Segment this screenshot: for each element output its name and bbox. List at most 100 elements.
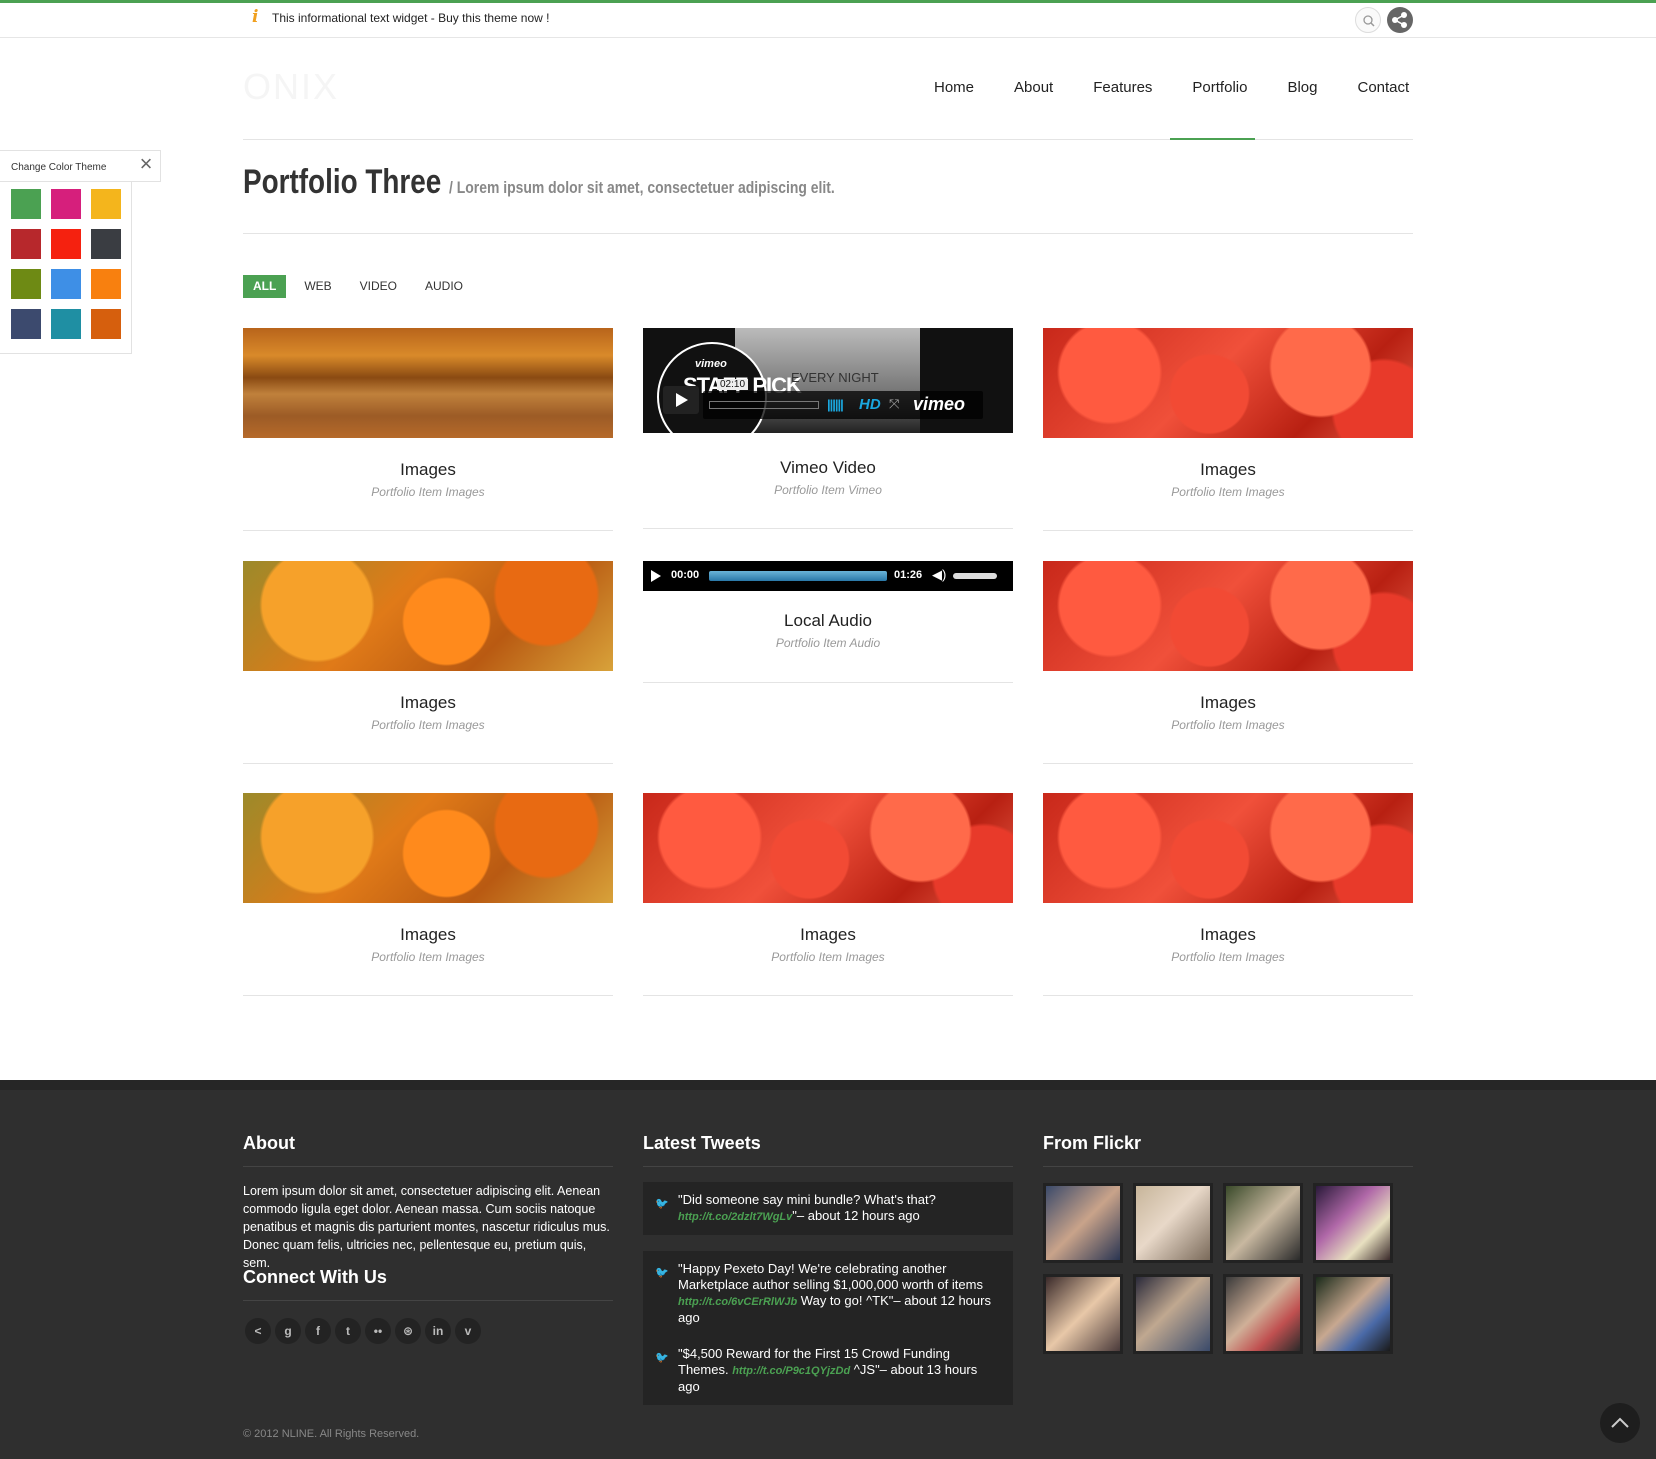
video-progress[interactable] — [709, 401, 819, 409]
portfolio-thumb[interactable] — [1043, 793, 1413, 903]
nav-active-indicator — [1170, 138, 1255, 140]
portfolio-title[interactable]: Images — [1043, 693, 1413, 713]
portfolio-thumb[interactable] — [643, 793, 1013, 903]
page-subtitle: / Lorem ipsum dolor sit amet, consectetu… — [449, 178, 835, 197]
color-swatch[interactable] — [91, 309, 121, 339]
audio-progress[interactable] — [709, 571, 887, 581]
info-text: This informational text widget - Buy thi… — [272, 11, 550, 25]
title-divider — [243, 233, 1413, 234]
volume-bars[interactable]: |||||| — [827, 397, 844, 412]
portfolio-title[interactable]: Images — [243, 460, 613, 480]
color-swatch[interactable] — [11, 229, 41, 259]
filter-audio[interactable]: AUDIO — [415, 275, 473, 298]
portfolio-thumb[interactable] — [243, 328, 613, 438]
nav-home[interactable]: Home — [914, 78, 994, 104]
portfolio-subtitle: Portfolio Item Images — [1171, 718, 1285, 732]
nav-about[interactable]: About — [994, 78, 1073, 104]
color-swatch[interactable] — [91, 229, 121, 259]
nav-contact[interactable]: Contact — [1337, 78, 1429, 104]
flickr-photo[interactable] — [1133, 1183, 1213, 1263]
flickr-photo[interactable] — [1133, 1274, 1213, 1354]
color-swatch[interactable] — [11, 269, 41, 299]
portfolio-thumb[interactable] — [1043, 328, 1413, 438]
tweet-link[interactable]: http://t.co/6vCErRlWJb — [678, 1296, 797, 1308]
portfolio-title[interactable]: Images — [1043, 925, 1413, 945]
flickr-photo[interactable] — [1313, 1183, 1393, 1263]
dribbble-icon[interactable]: ⊛ — [395, 1318, 421, 1344]
filter-video[interactable]: VIDEO — [350, 275, 407, 298]
color-swatch[interactable] — [51, 229, 81, 259]
tweet: 🐦 "Did someone say mini bundle? What's t… — [643, 1182, 1013, 1235]
filter-all[interactable]: ALL — [243, 275, 287, 298]
portfolio-title[interactable]: Images — [643, 925, 1013, 945]
flickr-photo[interactable] — [1223, 1274, 1303, 1354]
filter-web[interactable]: WEB — [294, 275, 341, 298]
tweet-text: "Happy Pexeto Day! We're celebrating ano… — [678, 1261, 983, 1292]
flickr-photo[interactable] — [1313, 1274, 1393, 1354]
flickr-photo[interactable] — [1043, 1183, 1123, 1263]
site-logo[interactable]: ONIX — [243, 66, 339, 108]
color-swatch[interactable] — [51, 189, 81, 219]
portfolio-title[interactable]: Local Audio — [643, 611, 1013, 631]
video-time: 02:10 — [717, 379, 749, 390]
facebook-icon[interactable]: f — [305, 1318, 331, 1344]
footer-divider — [243, 1166, 613, 1167]
footer-divider — [1043, 1166, 1413, 1167]
vimeo-logo[interactable]: vimeo — [913, 394, 965, 415]
tweet-link[interactable]: http://t.co/2dzlt7WgLv — [678, 1211, 792, 1223]
twitter-bird-icon: 🐦 — [655, 1267, 669, 1279]
share-icon[interactable]: < — [245, 1318, 271, 1344]
portfolio-subtitle: Portfolio Item Images — [771, 950, 885, 964]
card-divider — [1043, 530, 1413, 531]
fullscreen-icon[interactable]: ⤧ — [889, 396, 899, 412]
hd-button[interactable]: HD — [859, 396, 881, 413]
nav-portfolio[interactable]: Portfolio — [1172, 78, 1267, 104]
share-icon[interactable] — [1387, 7, 1413, 33]
portfolio-subtitle: Portfolio Item Vimeo — [774, 483, 882, 497]
flickr-heading: From Flickr — [1043, 1133, 1142, 1153]
portfolio-title[interactable]: Vimeo Video — [643, 458, 1013, 478]
volume-slider[interactable] — [953, 573, 997, 579]
color-swatch[interactable] — [11, 309, 41, 339]
portfolio-title[interactable]: Images — [243, 693, 613, 713]
color-swatch[interactable] — [11, 189, 41, 219]
vimeo-player[interactable]: vimeo STAFF PICK EVERY NIGHT 02:10 |||||… — [643, 328, 1013, 433]
color-swatch[interactable] — [91, 269, 121, 299]
flickr-photo[interactable] — [1043, 1274, 1123, 1354]
footer-about-heading: About — [243, 1133, 295, 1153]
google-icon[interactable]: g — [275, 1318, 301, 1344]
flickr-photo[interactable] — [1223, 1183, 1303, 1263]
color-swatch[interactable] — [91, 189, 121, 219]
connect-heading: Connect With Us — [243, 1267, 387, 1287]
nav-features[interactable]: Features — [1073, 78, 1172, 104]
vimeo-icon[interactable]: v — [455, 1318, 481, 1344]
portfolio-thumb[interactable] — [1043, 561, 1413, 671]
audio-current-time: 00:00 — [671, 569, 700, 581]
page-title-text: Portfolio Three — [243, 163, 442, 201]
portfolio-thumb[interactable] — [243, 793, 613, 903]
card-divider — [643, 682, 1013, 683]
portfolio-title[interactable]: Images — [1043, 460, 1413, 480]
linkedin-icon[interactable]: in — [425, 1318, 451, 1344]
play-icon[interactable] — [651, 570, 661, 582]
volume-icon[interactable]: ◀) — [932, 567, 946, 583]
copyright: © 2012 NLINE. All Rights Reserved. — [243, 1428, 420, 1440]
color-swatch[interactable] — [51, 269, 81, 299]
card-divider — [243, 763, 613, 764]
flickr-icon[interactable]: •• — [365, 1318, 391, 1344]
tweet-time: "– about 12 hours ago — [792, 1208, 920, 1223]
portfolio-title[interactable]: Images — [243, 925, 613, 945]
search-icon[interactable] — [1355, 7, 1381, 33]
badge-vimeo-text: vimeo — [695, 358, 727, 370]
footer-top-strip — [0, 1080, 1656, 1090]
color-swatch[interactable] — [51, 309, 81, 339]
twitter-icon[interactable]: t — [335, 1318, 361, 1344]
footer-divider — [643, 1166, 1013, 1167]
tweet-link[interactable]: http://t.co/P9c1QYjzDd — [732, 1365, 850, 1377]
play-button[interactable] — [663, 386, 699, 414]
tweet: 🐦 "$4,500 Reward for the First 15 Crowd … — [643, 1336, 1013, 1405]
close-icon[interactable]: × — [136, 153, 156, 175]
nav-blog[interactable]: Blog — [1267, 78, 1337, 104]
back-to-top-button[interactable] — [1600, 1403, 1640, 1443]
portfolio-thumb[interactable] — [243, 561, 613, 671]
